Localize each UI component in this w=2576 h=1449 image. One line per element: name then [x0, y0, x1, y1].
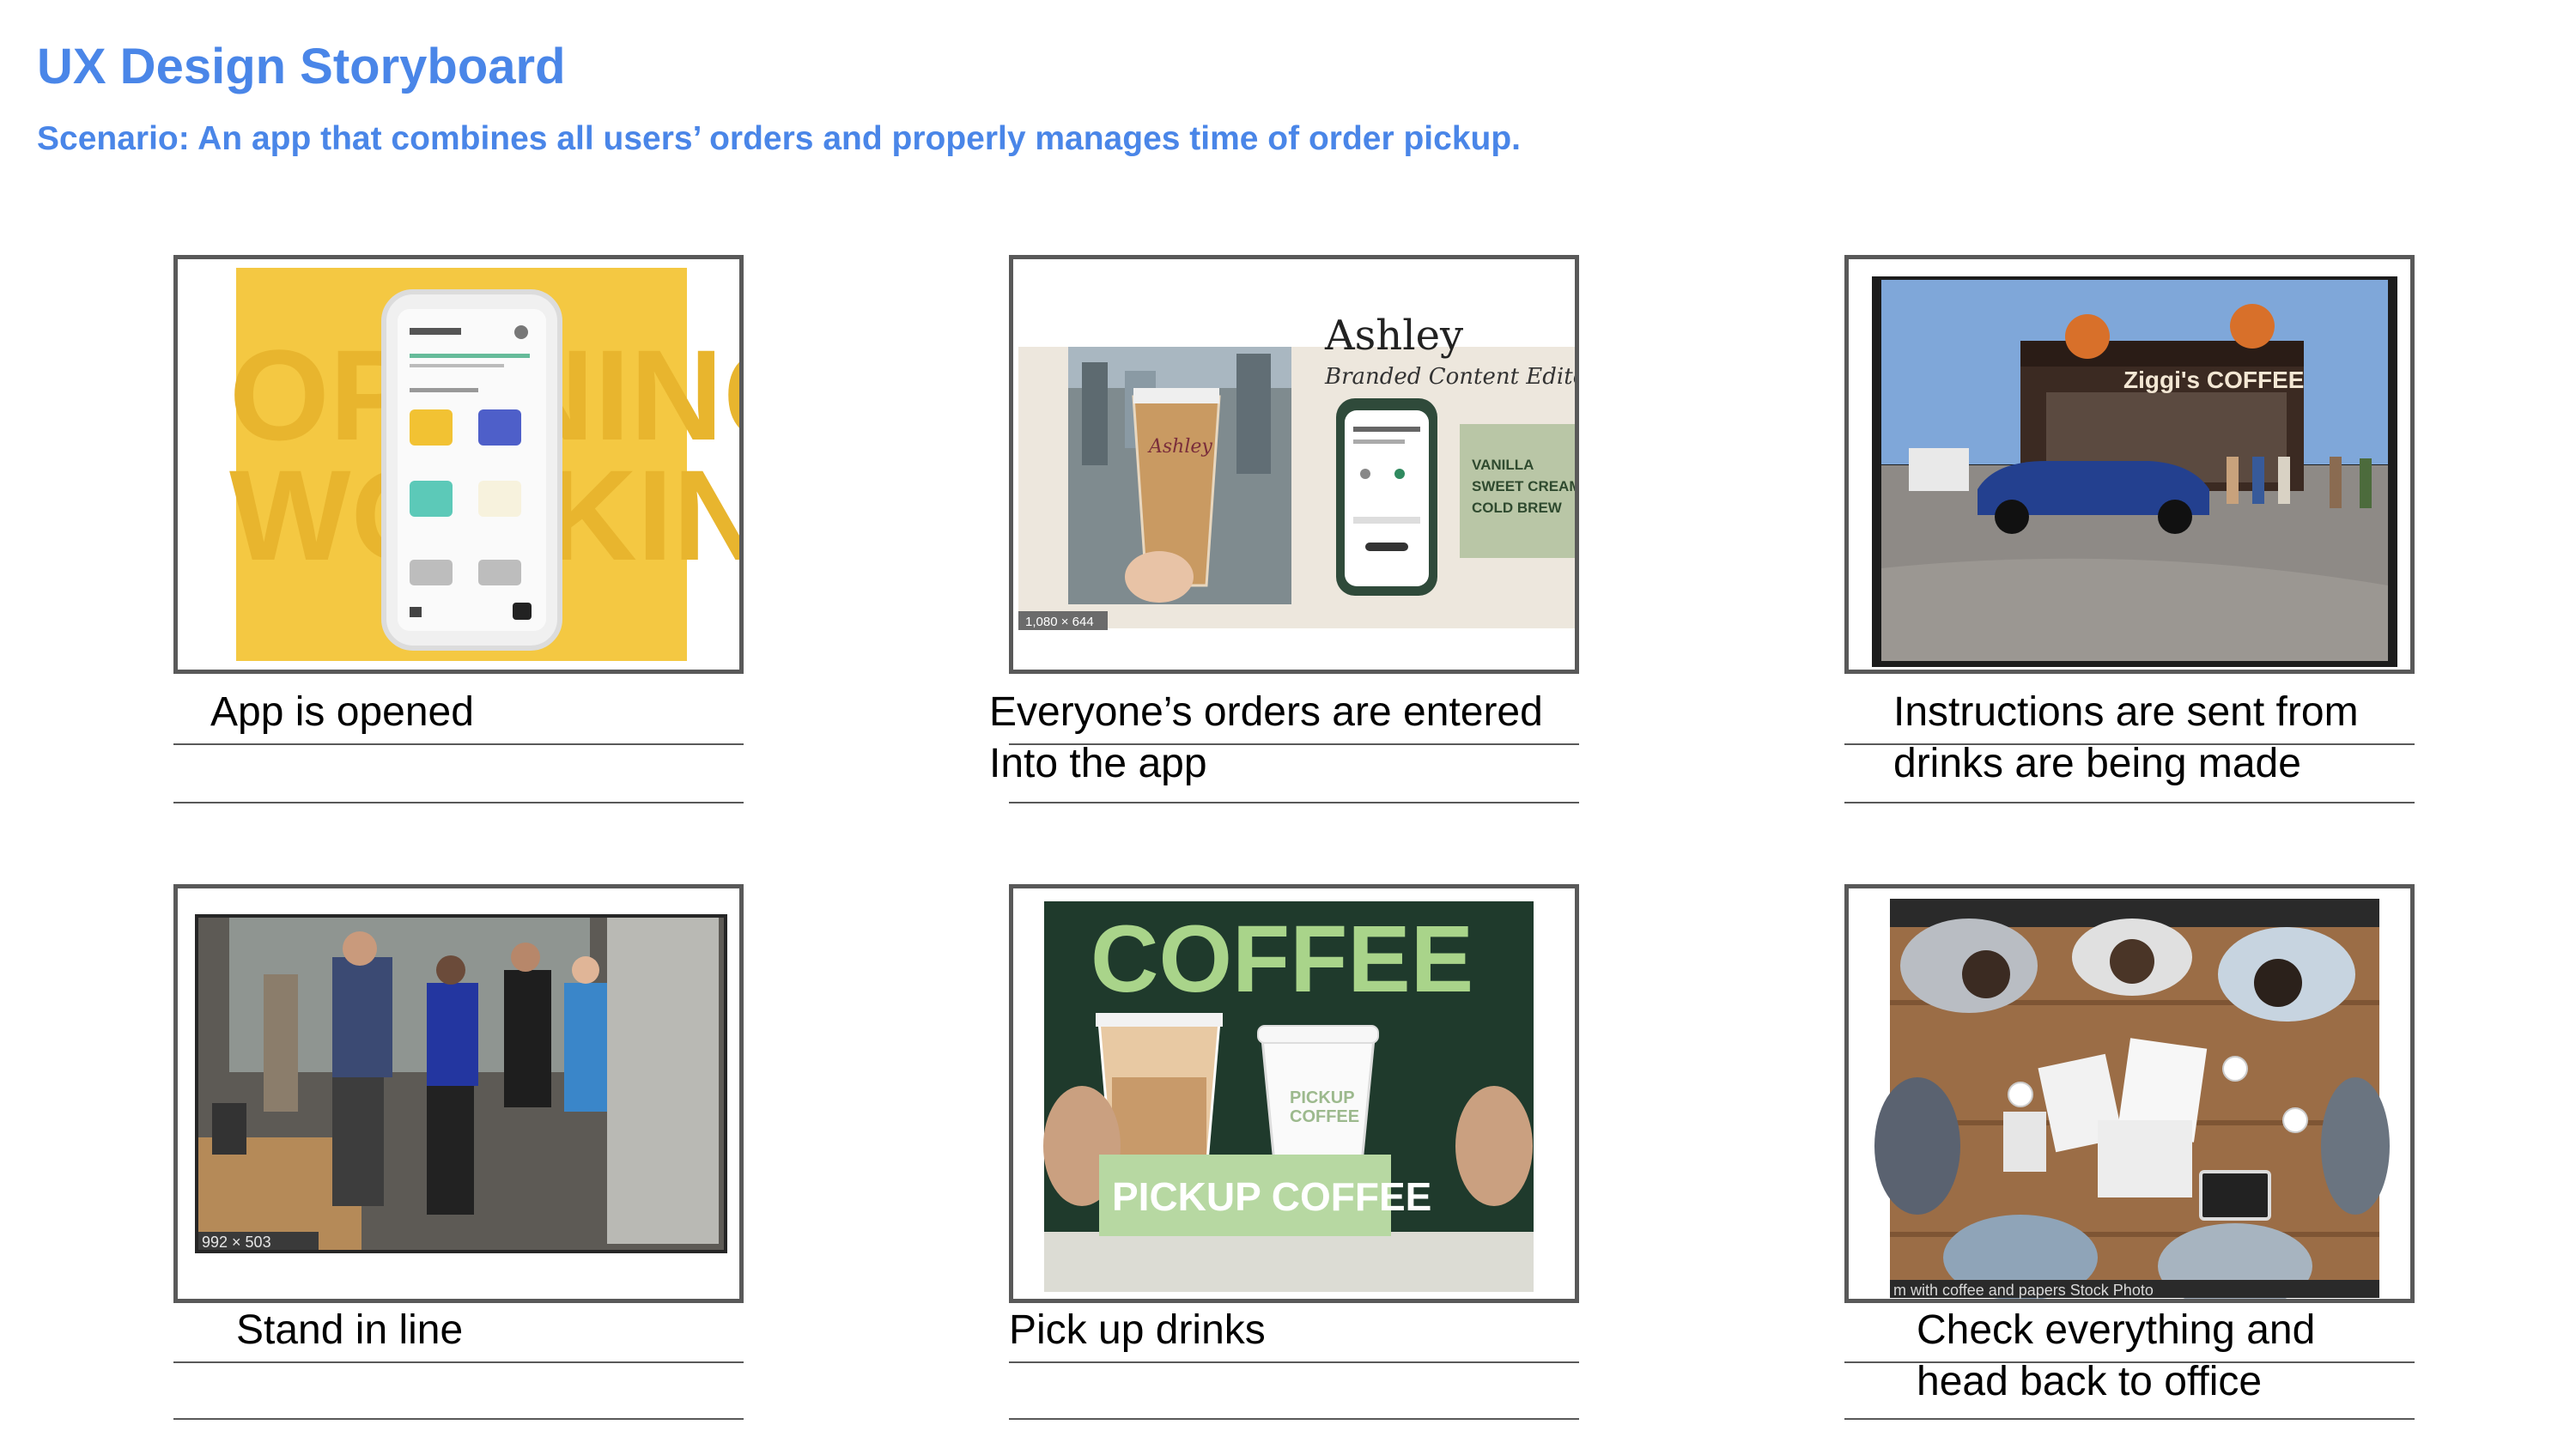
scenario-subtitle: Scenario: An app that combines all users… [37, 120, 1521, 157]
app-heading-partial: Ashley [1324, 312, 1463, 360]
caption-panel-5: Pick up drinks [1009, 1305, 1266, 1356]
caption-rule [1009, 1418, 1579, 1420]
caption-rule [1844, 802, 2415, 803]
page-title: UX Design Storyboard [37, 39, 566, 94]
caption-rule [1844, 1418, 2415, 1420]
coffee-shop-storefront-image: Ziggi's COFFEE [1872, 276, 2397, 667]
drink-line: COLD BREW [1472, 500, 1563, 516]
drink-line: SWEET CREAM [1472, 478, 1579, 494]
caption-panel-6: Check everything and head back to office [1917, 1305, 2315, 1408]
caption-line: App is opened [210, 689, 474, 735]
people-standing-in-line-image: 992 × 503 [195, 914, 727, 1253]
storyboard-frame-6: m with coffee and papers Stock Photo [1844, 884, 2415, 1303]
caption-rule [173, 743, 744, 745]
cup-text: PICKUP [1290, 1088, 1355, 1107]
caption-line: head back to office [1917, 1359, 2263, 1404]
image-size-badge: 992 × 503 [202, 1234, 271, 1251]
app-subheading: Branded Content Editor [1324, 364, 1579, 390]
image-size-badge: 1,080 × 644 [1025, 615, 1094, 629]
caption-rule [173, 1418, 744, 1420]
caption-line: Stand in line [236, 1307, 464, 1353]
caption-rule [1844, 1361, 2415, 1363]
caption-line: drinks are being made [1893, 741, 2301, 786]
ordering-app-promo-image: Ashley Ashley Branded Content Editor VAN… [1018, 312, 1579, 630]
caption-rule [1009, 743, 1579, 745]
storyboard-frame-4: 992 × 503 [173, 884, 744, 1303]
storyboard-frame-5: COFFEE PICKUP COFFEE PICKUP COFFEE [1009, 884, 1579, 1303]
drink-line: VANILLA [1472, 457, 1534, 473]
caption-line: Everyone’s orders are entered [989, 689, 1543, 735]
caption-line: Pick up drinks [1009, 1307, 1266, 1353]
caption-panel-2: Everyone’s orders are entered Into the a… [989, 687, 1543, 790]
carrier-text: PICKUP COFFEE [1112, 1174, 1431, 1219]
caption-line: Into the app [989, 741, 1207, 786]
caption-panel-1: App is opened [210, 687, 474, 738]
phone-app-mockup-image: OPENING WORKING [229, 268, 739, 661]
cup-text: COFFEE [1290, 1107, 1359, 1126]
caption-panel-4: Stand in line [236, 1305, 463, 1356]
caption-line: Instructions are sent from [1893, 689, 2359, 735]
storyboard-frame-2: Ashley Ashley Branded Content Editor VAN… [1009, 255, 1579, 674]
caption-line: Check everything and [1917, 1307, 2316, 1353]
caption-rule [173, 802, 744, 803]
stock-caption: m with coffee and papers Stock Photo [1893, 1282, 2154, 1299]
storyboard-frame-3: Ziggi's COFFEE [1844, 255, 2415, 674]
storyboard-frame-1: OPENING WORKING [173, 255, 744, 674]
pickup-coffee-carrier-image: COFFEE PICKUP COFFEE PICKUP COFFEE [1043, 901, 1534, 1292]
caption-rule [1009, 802, 1579, 803]
office-meeting-table-image: m with coffee and papers Stock Photo [1874, 899, 2390, 1299]
caption-panel-3: Instructions are sent from drinks are be… [1893, 687, 2359, 790]
caption-rule [1844, 743, 2415, 745]
caption-rule [1009, 1361, 1579, 1363]
caption-rule [173, 1361, 744, 1363]
store-sign-text: Ziggi's COFFEE [2123, 367, 2304, 393]
cup-name: Ashley [1147, 436, 1212, 458]
apron-text: COFFEE [1091, 906, 1473, 1012]
